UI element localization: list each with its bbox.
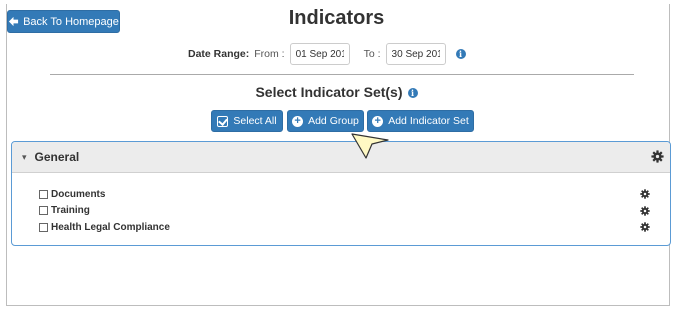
add-indicator-set-label: Add Indicator Set — [388, 115, 469, 127]
list-item[interactable]: Health Legal Compliance — [39, 219, 650, 236]
date-range-row: Date Range: From : To : i — [188, 42, 466, 66]
gear-icon[interactable] — [640, 222, 650, 232]
add-group-label: Add Group — [308, 115, 359, 127]
divider — [50, 74, 634, 75]
indicator-sets-title: Select Indicator Set(s) i — [0, 84, 673, 100]
info-icon[interactable]: i — [455, 49, 466, 59]
from-label: From : — [254, 48, 285, 60]
add-group-button[interactable]: + Add Group — [287, 110, 364, 132]
to-label: To : — [363, 48, 381, 60]
general-panel: ▾ General Documents Training Health Lega… — [11, 141, 671, 246]
info-icon[interactable]: i — [407, 88, 418, 98]
list-item[interactable]: Documents — [39, 186, 650, 203]
panel-header[interactable]: ▾ General — [12, 142, 670, 173]
list-item[interactable]: Training — [39, 203, 650, 220]
gear-icon[interactable] — [651, 150, 664, 163]
to-date-input[interactable] — [385, 43, 446, 65]
checkbox-icon[interactable] — [39, 222, 48, 232]
checkbox-icon[interactable] — [39, 189, 48, 199]
select-all-label: Select All — [233, 115, 277, 127]
caret-down-icon[interactable]: ▾ — [22, 152, 27, 163]
item-label: Training — [51, 205, 90, 217]
select-all-button[interactable]: Select All — [211, 110, 283, 132]
plus-circle-icon: + — [372, 115, 384, 127]
gear-icon[interactable] — [640, 205, 650, 216]
indicator-list: Documents Training Health Legal Complian… — [39, 186, 650, 236]
panel-title: General — [34, 150, 80, 164]
date-range-label: Date Range: — [188, 48, 250, 60]
pointer-arrow-icon — [351, 133, 389, 159]
from-date-input[interactable] — [289, 43, 350, 65]
item-label: Health Legal Compliance — [51, 221, 170, 233]
gear-icon[interactable] — [640, 189, 650, 199]
check-square-icon — [217, 115, 229, 127]
indicator-sets-title-text: Select Indicator Set(s) — [255, 84, 403, 100]
add-indicator-set-button[interactable]: + Add Indicator Set — [367, 110, 474, 132]
page-title: Indicators — [288, 7, 385, 29]
item-label: Documents — [51, 188, 106, 200]
plus-circle-icon: + — [292, 115, 304, 127]
checkbox-icon[interactable] — [39, 206, 48, 216]
